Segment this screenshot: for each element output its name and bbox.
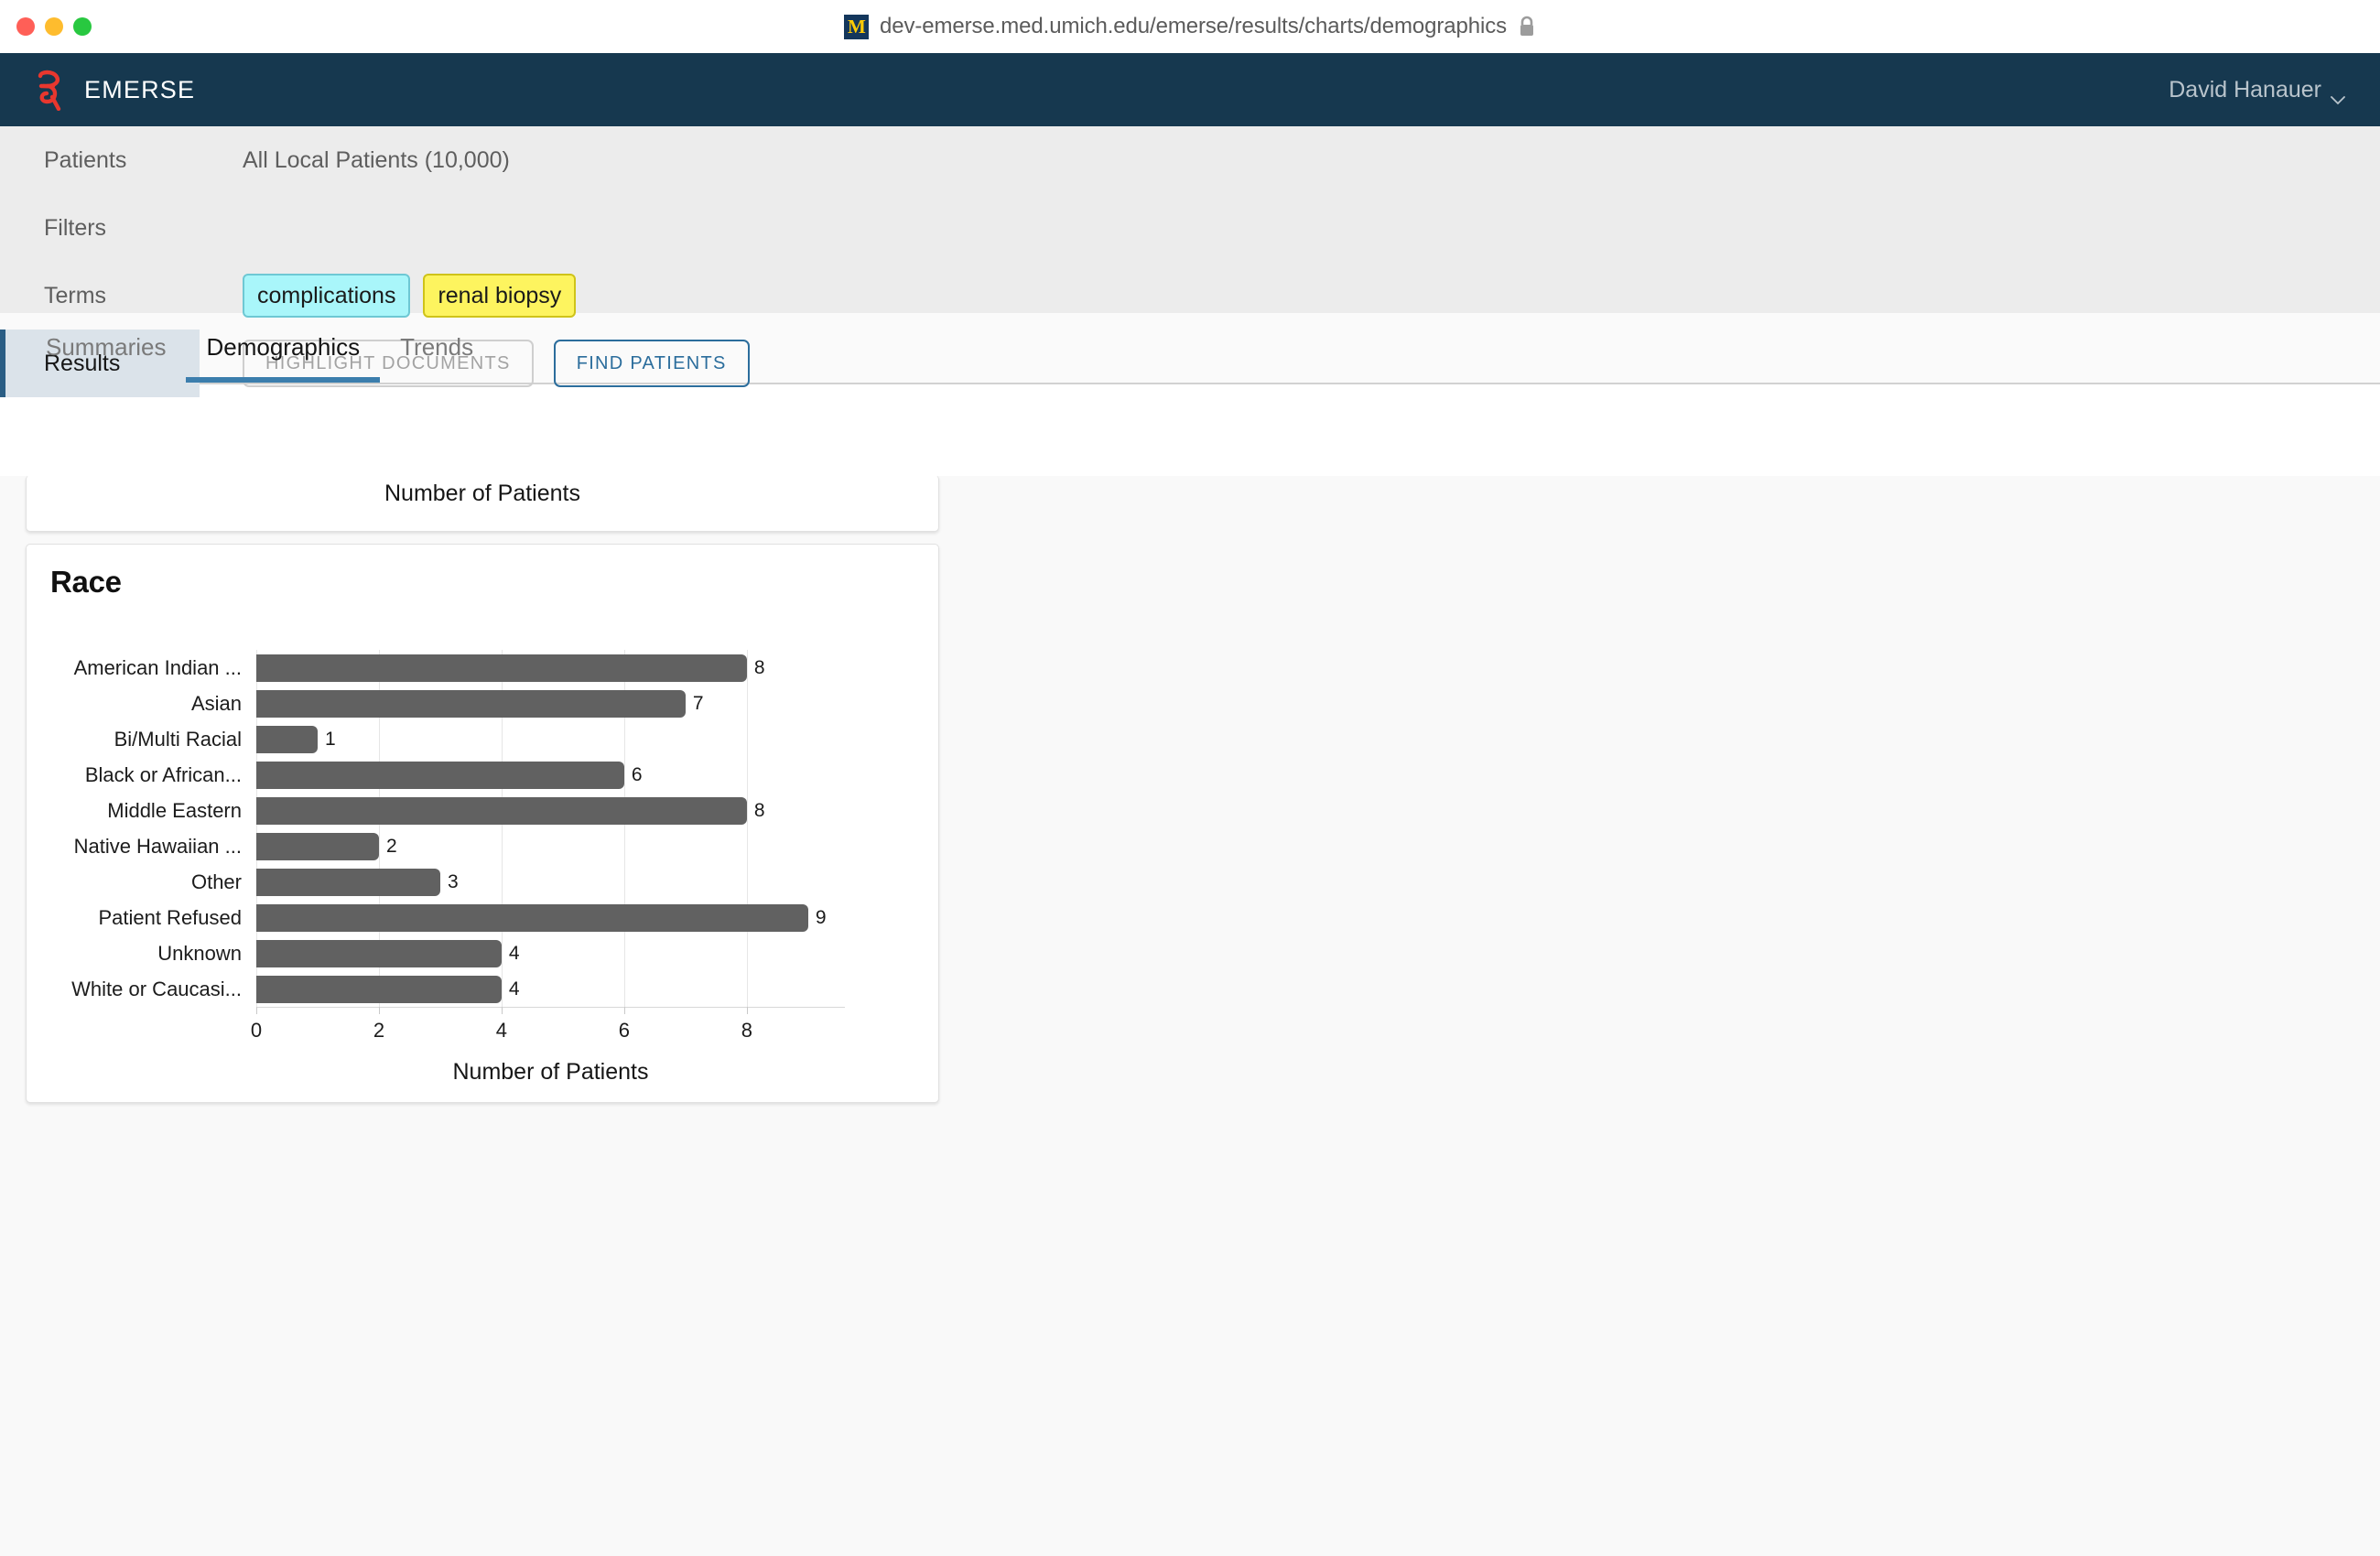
previous-chart-card-partial: Number of Patients	[26, 476, 939, 532]
tab-summaries[interactable]: Summaries	[26, 311, 186, 383]
chart-bar[interactable]	[256, 725, 318, 753]
content-left-gutter	[0, 476, 26, 1556]
brand-logo[interactable]: EMERSE	[35, 69, 196, 112]
x-axis-tick-label: 2	[373, 1019, 385, 1042]
chart-bar-value-label: 4	[508, 943, 520, 964]
chart-category-label: Unknown	[157, 941, 242, 965]
chevron-down-icon	[2331, 85, 2345, 105]
chart-bar-row[interactable]: Black or African... 6	[85, 757, 845, 793]
x-axis-tick	[501, 1007, 503, 1014]
x-axis-line	[256, 1007, 845, 1008]
tab-label: Demographics	[206, 332, 361, 361]
x-axis-title: Number of Patients	[452, 1059, 649, 1085]
sidebar-item-filters[interactable]: Filters	[0, 194, 200, 262]
chart-category-label: Asian	[190, 691, 242, 715]
x-axis-tick-label: 6	[618, 1019, 630, 1042]
x-axis-tick	[256, 1007, 257, 1014]
user-name-label: David Hanauer	[2169, 76, 2321, 103]
chart-bar[interactable]	[256, 903, 808, 932]
x-axis-tick-label: 4	[495, 1019, 508, 1042]
chart-bar-row[interactable]: Asian 7	[191, 686, 845, 721]
sidebar-item-label: Terms	[44, 282, 107, 308]
chart-bar[interactable]	[256, 761, 624, 789]
tab-label: Trends	[400, 332, 474, 361]
chart-bar-row[interactable]: Patient Refused 9	[98, 900, 845, 935]
demographics-content: Number of Patients Race American Indian …	[0, 476, 2380, 1556]
chart-bar-value-label: 4	[508, 978, 520, 1000]
chart-category-label: Patient Refused	[98, 905, 242, 929]
lock-icon	[1518, 16, 1536, 38]
criteria-content: All Local Patients (10,000) complication…	[243, 126, 2380, 397]
race-chart-card: Race American Indian ... 8 Asian 7 Bi/Multi …	[26, 544, 939, 1103]
chart-bar-value-label: 3	[447, 871, 459, 892]
close-window-button[interactable]	[16, 17, 35, 36]
chart-bar-value-label: 9	[815, 907, 827, 928]
chart-bar[interactable]	[256, 939, 502, 967]
chart-bar-value-label: 8	[753, 657, 765, 678]
actions-row: HIGHLIGHT DOCUMENTS FIND PATIENTS	[243, 330, 2380, 397]
url-text: dev-emerse.med.umich.edu/emerse/results/…	[879, 14, 1508, 38]
find-patients-button[interactable]: FIND PATIENTS	[553, 340, 750, 387]
patients-row: All Local Patients (10,000)	[243, 126, 2380, 194]
chart-bar[interactable]	[256, 654, 747, 682]
previous-chart-axis-title: Number of Patients	[384, 481, 580, 506]
chart-bar-value-label: 1	[324, 729, 336, 750]
x-axis-tick	[378, 1007, 380, 1014]
chart-bar-row[interactable]: Middle Eastern 8	[107, 793, 845, 828]
tab-label: Summaries	[46, 332, 167, 361]
sidebar-item-label: Patients	[44, 146, 127, 173]
maximize-window-button[interactable]	[73, 17, 92, 36]
address-bar[interactable]: M dev-emerse.med.umich.edu/emerse/result…	[843, 14, 1536, 39]
site-favicon-icon: M	[843, 14, 869, 39]
chart-bar-value-label: 7	[692, 693, 704, 714]
minimize-window-button[interactable]	[45, 17, 63, 36]
brand-name: EMERSE	[84, 75, 196, 103]
chart-category-label: Native Hawaiian ...	[73, 834, 242, 858]
race-chart-title: Race	[50, 565, 122, 599]
chart-category-label: Black or African...	[84, 762, 242, 786]
chart-bar-row[interactable]: Unknown 4	[157, 935, 845, 971]
chart-category-label: Middle Eastern	[107, 798, 242, 822]
chart-bar[interactable]	[256, 689, 686, 718]
chart-bar-value-label: 6	[631, 764, 643, 785]
chart-bar[interactable]	[256, 868, 440, 896]
chart-category-label: White or Caucasi...	[71, 977, 242, 1000]
x-axis-tick	[746, 1007, 748, 1014]
user-menu-button[interactable]: David Hanauer	[2169, 76, 2345, 105]
chart-bar-row[interactable]: American Indian ... 8	[74, 650, 845, 686]
chart-bar-row[interactable]: White or Caucasi... 4	[71, 971, 845, 1007]
chart-bar-row[interactable]: Native Hawaiian ... 2	[74, 828, 845, 864]
app-header: EMERSE David Hanauer	[0, 53, 2380, 126]
emerse-logo-icon	[35, 69, 71, 112]
x-axis-tick-label: 8	[741, 1019, 752, 1042]
browser-title-bar: M dev-emerse.med.umich.edu/emerse/result…	[0, 0, 2380, 53]
sidebar-item-label: Filters	[44, 214, 107, 241]
filters-row	[243, 194, 2380, 262]
chart-bar-row[interactable]: Other 3	[191, 864, 845, 900]
chart-category-label: Other	[190, 870, 242, 893]
chart-bar-value-label: 8	[753, 800, 765, 821]
chart-bar[interactable]	[256, 796, 747, 825]
chart-category-label: Bi/Multi Racial	[114, 727, 242, 751]
terms-row: complications renal biopsy	[243, 262, 2380, 330]
patients-selection-label[interactable]: All Local Patients (10,000)	[243, 147, 510, 174]
chart-bar-value-label: 2	[385, 836, 397, 857]
x-axis-tick	[623, 1007, 625, 1014]
tab-demographics[interactable]: Demographics	[186, 311, 380, 383]
chart-bar[interactable]	[256, 975, 502, 1003]
sidebar-item-patients[interactable]: Patients	[0, 126, 200, 194]
tab-trends[interactable]: Trends	[380, 311, 493, 383]
x-axis-tick-label: 0	[250, 1019, 263, 1042]
chart-category-label: American Indian ...	[73, 655, 242, 679]
race-bar-chart: American Indian ... 8 Asian 7 Bi/Multi Racia…	[27, 627, 940, 1103]
chart-bar[interactable]	[256, 832, 379, 860]
window-controls[interactable]	[16, 0, 92, 53]
chart-bar-row[interactable]: Bi/Multi Racial 1	[114, 721, 845, 757]
chart-bars-layer: American Indian ... 8 Asian 7 Bi/Multi Racia…	[71, 650, 845, 1007]
search-criteria-panel: Patients Filters Terms Results All Local…	[0, 126, 2380, 397]
